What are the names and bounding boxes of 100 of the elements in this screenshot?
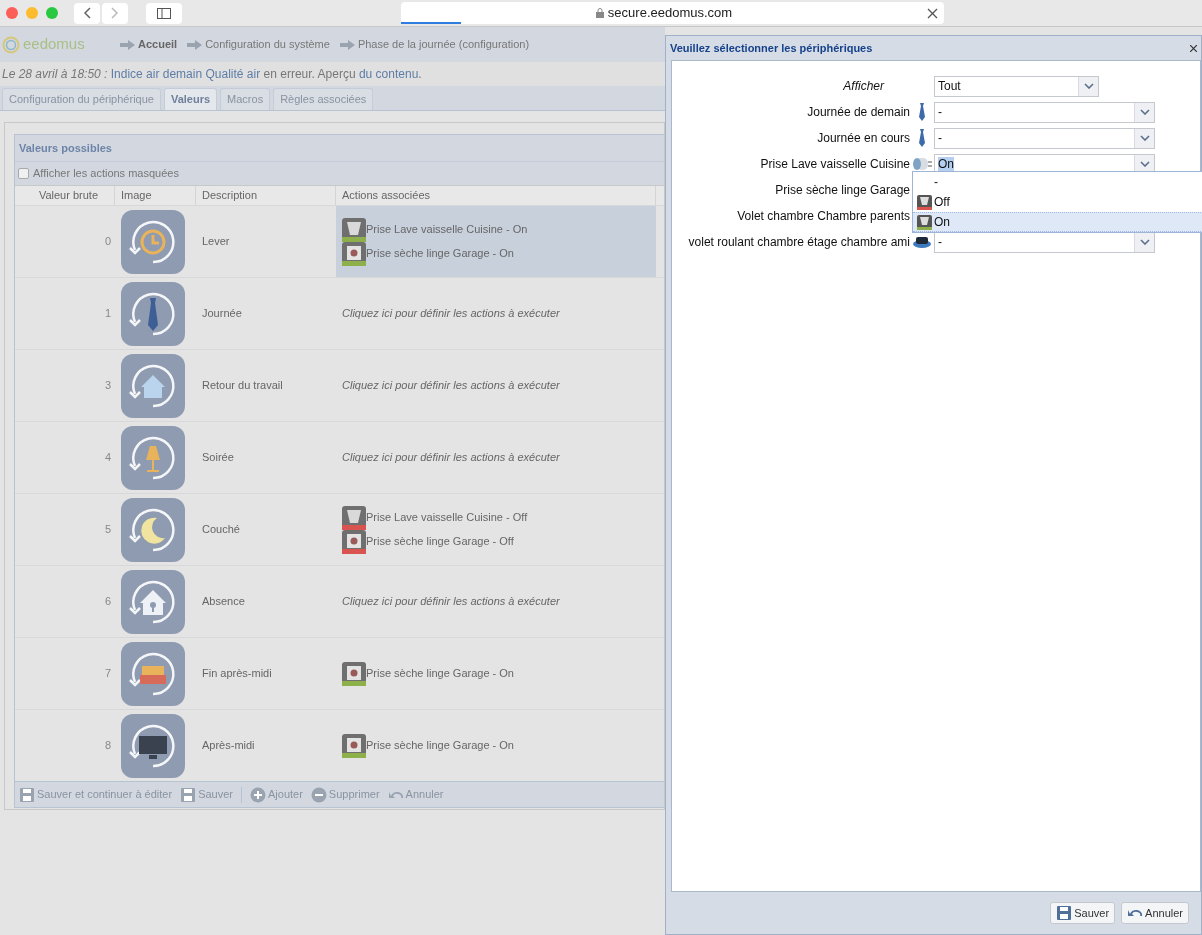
tie-icon	[919, 103, 925, 121]
table-cell-text: Absence	[202, 594, 245, 610]
forward-button[interactable]	[102, 2, 128, 24]
select-value: On	[938, 157, 954, 171]
action-text: Prise sèche linge Garage - On	[366, 666, 514, 682]
panel-title: Valeurs possibles	[19, 140, 112, 156]
caret-icon	[1139, 161, 1150, 167]
save-icon	[19, 786, 35, 803]
field-label: volet roulant chambre étage chambre ami	[688, 234, 910, 251]
checkbox[interactable]	[18, 168, 29, 179]
field-label: Prise sèche linge Garage	[775, 182, 910, 199]
dropdown-option[interactable]: Off	[913, 192, 1202, 212]
select-value: -	[938, 105, 942, 119]
column-header: Description	[196, 186, 336, 205]
select-value: Tout	[938, 79, 961, 93]
dialog-title: Veuillez sélectionner les périphériques	[670, 40, 873, 56]
dropdown-option[interactable]: On	[913, 212, 1202, 232]
table-cell-text: 1	[104, 306, 111, 322]
moon-icon	[121, 497, 185, 562]
breadcrumb-link[interactable]: Phase de la journée (configuration)	[357, 36, 530, 53]
table-cell-text: Soirée	[202, 450, 234, 466]
address-bar[interactable]: secure.eedomus.com	[401, 2, 944, 24]
minimize-window-icon[interactable]	[26, 7, 38, 19]
option-text: Off	[934, 194, 950, 211]
table-cell-text: Journée	[202, 306, 242, 322]
save-icon	[1056, 905, 1073, 921]
table-cell-text: 6	[104, 594, 111, 610]
plus-icon	[250, 786, 266, 803]
table-cell-text: Lever	[202, 234, 230, 250]
table-cell-text: 8	[104, 738, 111, 754]
plug-icon	[912, 157, 932, 171]
caret-icon	[1139, 109, 1150, 115]
checkbox-label[interactable]: Afficher les actions masquées	[33, 165, 179, 182]
sofa-icon	[121, 641, 185, 706]
caret-icon	[1139, 239, 1150, 245]
table-cell-text: 5	[104, 522, 111, 538]
zoom-window-icon[interactable]	[46, 7, 58, 19]
breadcrumb-link[interactable]: Configuration du système	[205, 36, 330, 53]
column-header: Actions associées	[336, 186, 656, 205]
table-row[interactable]: 5 Couché Prise Lave vaisselle Cuisine - Off Prise sèche linge Garage - Off	[15, 493, 664, 565]
action-text: Prise sèche linge Garage - On	[366, 738, 514, 754]
close-window-icon[interactable]	[6, 7, 18, 19]
table-row[interactable]: 4 Soirée Cliquez ici pour définir les actions à exécuter	[15, 421, 664, 493]
column-header: Image	[115, 186, 196, 205]
table-cell-text: 7	[104, 666, 111, 682]
actions-hint[interactable]: Cliquez ici pour définir les actions à exécuter	[342, 449, 656, 466]
minus-icon	[310, 786, 327, 803]
monitor-icon	[121, 713, 185, 778]
tab[interactable]: Valeurs	[163, 88, 218, 110]
actions-hint[interactable]: Cliquez ici pour définir les actions à exécuter	[342, 593, 656, 610]
close-icon[interactable]	[1190, 44, 1197, 52]
field-label: Journée de demain	[807, 104, 910, 121]
notice-link[interactable]: Qualité air	[205, 67, 261, 81]
select-field[interactable]: -	[934, 231, 1155, 253]
actions-hint[interactable]: Cliquez ici pour définir les actions à exécuter	[342, 305, 656, 322]
table-row[interactable]: 7 Fin après-midi Prise sèche linge Garage - On	[15, 637, 664, 709]
house-icon	[121, 353, 185, 418]
field-label: Journée en cours	[817, 130, 910, 147]
table-row[interactable]: 1 Journée Cliquez ici pour définir les actions à exécuter	[15, 277, 664, 349]
dropdown-option[interactable]: -	[913, 172, 1202, 192]
caret-icon	[1083, 83, 1094, 89]
lamp-icon	[121, 425, 185, 490]
close-icon[interactable]	[927, 7, 938, 19]
select-field[interactable]: Tout	[934, 75, 1099, 97]
actions-hint[interactable]: Cliquez ici pour définir les actions à exécuter	[342, 377, 656, 394]
table-cell-text: 3	[104, 378, 111, 394]
table-row[interactable]: 0 Lever Prise Lave vaisselle Cuisine - On Prise sèche linge Garage - On	[15, 205, 664, 277]
select-field[interactable]: -	[934, 127, 1155, 149]
notice-text: Le 28 avril à 18:50 : Indice air demain Qualité air en erreur. Aperçu du contenu.	[0, 62, 665, 86]
table-row[interactable]: 6 Absence Cliquez ici pour définir les actions à exécuter	[15, 565, 664, 637]
table-cell-text: Couché	[202, 522, 240, 538]
table-cell-text: Après-midi	[202, 738, 255, 754]
table-row[interactable]: 3 Retour du travail Cliquez ici pour définir les actions à exécuter	[15, 349, 664, 421]
lock-icon	[595, 8, 604, 18]
breadcrumb-link[interactable]: Accueil	[138, 36, 178, 53]
tie-icon	[121, 281, 185, 346]
table-cell-text: 4	[104, 450, 111, 466]
forward-icon	[111, 7, 119, 19]
dialog-button[interactable]: Sauver	[1050, 902, 1116, 924]
field-label: Volet chambre Chambre parents	[737, 208, 910, 225]
select-value: -	[938, 131, 942, 145]
sidebar-button[interactable]	[146, 2, 182, 24]
tie-icon	[919, 129, 925, 147]
field-label: Afficher	[843, 78, 884, 95]
logo-text: eedomus	[23, 34, 85, 55]
table-cell-text: 0	[104, 234, 111, 250]
back-button[interactable]	[74, 2, 100, 24]
save-icon	[180, 786, 197, 803]
alarm-clock-icon	[121, 209, 185, 274]
action-text: Prise sèche linge Garage - Off	[366, 534, 514, 550]
table-cell-text: Retour du travail	[202, 378, 283, 394]
logo-icon	[2, 35, 20, 54]
select-field[interactable]: -	[934, 101, 1155, 123]
notice-link[interactable]: Indice air demain	[110, 67, 203, 81]
dialog-button[interactable]: Annuler	[1121, 902, 1189, 924]
roller-blind-icon	[913, 236, 931, 248]
action-text: Prise sèche linge Garage - On	[366, 246, 514, 262]
house-lock-icon	[121, 569, 185, 634]
arrow-icon	[187, 39, 203, 50]
back-icon	[83, 7, 91, 19]
